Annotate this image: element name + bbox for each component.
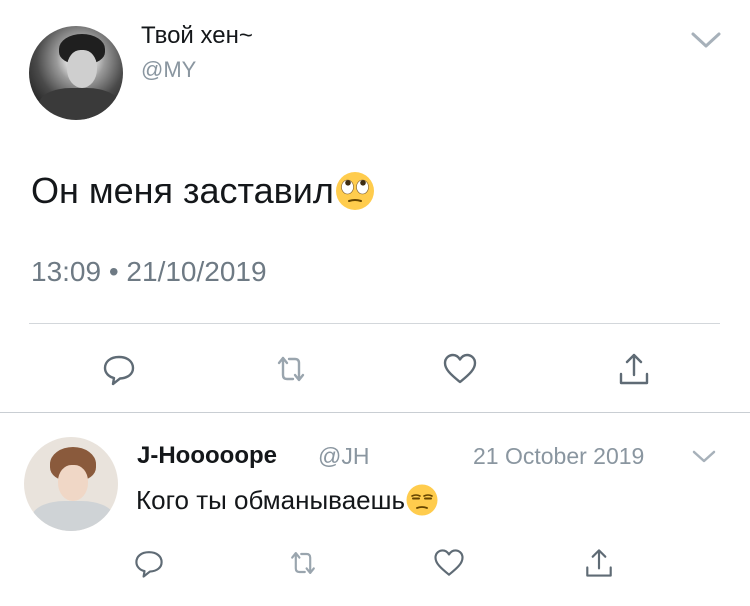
avatar-figure [32, 501, 114, 531]
retweet-icon[interactable] [271, 349, 311, 389]
reply-author-avatar[interactable] [24, 437, 118, 531]
tweet-timestamp[interactable]: 13:09 • 21/10/2019 [31, 256, 267, 288]
chevron-down-icon[interactable] [690, 30, 722, 50]
author-handle[interactable]: @MY [141, 57, 196, 83]
chevron-down-icon[interactable] [692, 449, 716, 464]
reply-author-handle[interactable]: @JH [318, 443, 369, 470]
unamused-emoji-icon [405, 483, 439, 517]
divider [29, 323, 720, 324]
reply-icon[interactable] [131, 545, 167, 581]
tweet-action-bar [0, 345, 750, 393]
tweet-text: Он меня заставил [31, 170, 376, 212]
author-avatar[interactable] [29, 26, 123, 120]
reply-text: Кого ты обманываешь [136, 483, 439, 517]
author-display-name[interactable]: Твой хен~ [141, 22, 253, 50]
heart-icon[interactable] [431, 545, 467, 581]
retweet-icon[interactable] [285, 545, 321, 581]
reply-author-name[interactable]: J-Hooooope [137, 442, 277, 470]
section-divider [0, 412, 750, 413]
share-icon[interactable] [614, 349, 654, 389]
reply-text-content: Кого ты обманываешь [136, 484, 406, 515]
reply-icon[interactable] [99, 349, 139, 389]
tweet-text-content: Он меня заставил [31, 170, 334, 211]
rolling-eyes-emoji-icon [334, 170, 376, 212]
avatar-face [67, 50, 97, 88]
avatar-figure [39, 88, 119, 120]
share-icon[interactable] [581, 545, 617, 581]
reply-date[interactable]: 21 October 2019 [473, 443, 644, 470]
avatar-face [58, 465, 88, 501]
heart-icon[interactable] [440, 349, 480, 389]
reply-action-bar [0, 543, 750, 587]
